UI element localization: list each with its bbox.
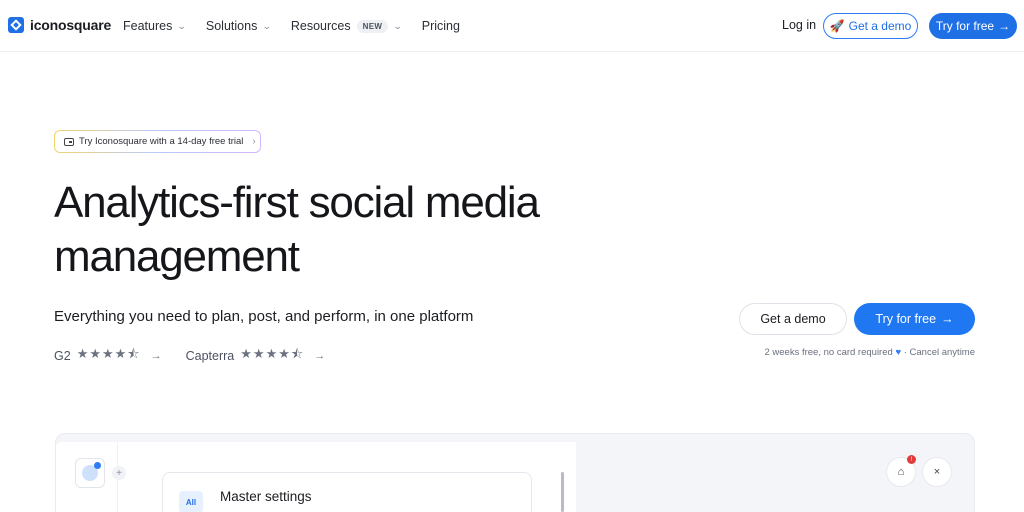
notification-badge: ! [907, 455, 916, 464]
heart-icon: ♥ [895, 347, 902, 358]
preview-panel: + All Master settings [56, 442, 576, 512]
all-tag[interactable]: All [179, 491, 203, 512]
arrow-right-icon: → [941, 312, 954, 326]
chevron-down-icon: ⌄ [177, 20, 188, 31]
arrow-right-icon: → [998, 19, 1011, 33]
bell-icon: ⌂ [897, 466, 905, 478]
rating-source: Capterra [185, 349, 235, 363]
logo[interactable]: iconosquare [8, 17, 111, 33]
trial-chip-label: Try Iconosquare with a 14-day free trial [79, 136, 244, 147]
menu-item-solutions[interactable]: Solutions ⌄ [205, 19, 273, 33]
close-icon: × [933, 466, 941, 478]
top-nav: iconosquare Features ⌄ Solutions ⌄ Resou… [0, 0, 1024, 52]
arrow-right-icon: → [150, 350, 162, 362]
iconosquare-logo-icon [8, 17, 24, 33]
arrow-right-icon: → [314, 350, 326, 362]
ratings: G2 ★★★★⯪ → Capterra ★★★★⯪ → [54, 345, 349, 367]
get-demo-button[interactable]: 🚀 Get a demo [823, 13, 918, 39]
rocket-icon: 🚀 [829, 19, 845, 33]
menu-item-resources[interactable]: Resources NEW ⌄ [290, 19, 403, 33]
login-link[interactable]: Log in [782, 18, 816, 32]
menu-item-features[interactable]: Features ⌄ [123, 19, 188, 33]
page: iconosquare Features ⌄ Solutions ⌄ Resou… [0, 0, 1024, 512]
try-for-free-button[interactable]: Try for free → [929, 13, 1017, 39]
new-badge: NEW [356, 19, 389, 33]
chevron-down-icon: ⌄ [262, 20, 273, 31]
free-trial-chip[interactable]: Try Iconosquare with a 14-day free trial… [54, 130, 261, 153]
menu-item-label: Pricing [421, 19, 460, 33]
g2-rating[interactable]: G2 ★★★★⯪ → [54, 345, 162, 367]
get-demo-label: Get a demo [848, 19, 912, 33]
menu-item-label: Features [123, 19, 173, 33]
add-account-button[interactable]: + [112, 466, 126, 480]
menu-item-label: Solutions [205, 19, 258, 33]
chevron-right-icon: › [252, 136, 256, 147]
main-menu: Features ⌄ Solutions ⌄ Resources NEW ⌄ P… [123, 0, 480, 52]
hero-subtitle: Everything you need to plan, post, and p… [54, 308, 474, 325]
star-rating-icon: ★★★★⯪ [76, 346, 141, 361]
close-button[interactable]: × [922, 457, 952, 487]
settings-title: Master settings [220, 489, 312, 504]
wallet-icon [64, 137, 74, 146]
hero-try-free-button[interactable]: Try for free → [854, 303, 975, 335]
cta-note-text: 2 weeks free, no card required [764, 347, 893, 358]
rating-source: G2 [54, 349, 71, 363]
cta-note-cancel: · Cancel anytime [903, 347, 975, 358]
hero-try-label: Try for free [875, 312, 937, 326]
app-preview: + All Master settings ⌂ ! × [55, 433, 975, 512]
try-label: Try for free [935, 19, 995, 33]
avatar [82, 462, 101, 481]
logo-text: iconosquare [30, 17, 112, 33]
cta-note: 2 weeks free, no card required ♥ · Cance… [764, 347, 975, 358]
capterra-rating[interactable]: Capterra ★★★★⯪ → [186, 345, 326, 367]
chevron-down-icon: ⌄ [393, 20, 403, 31]
menu-item-label: Resources [290, 19, 351, 33]
menu-item-pricing[interactable]: Pricing [422, 19, 460, 33]
hero-title-line1: Analytics-first social media [54, 178, 540, 227]
hero-title: Analytics-first social media management [54, 176, 654, 284]
scrollbar[interactable] [561, 472, 564, 512]
star-rating-icon: ★★★★⯪ [240, 346, 305, 361]
master-settings-card: All Master settings [162, 472, 532, 512]
account-avatar-button[interactable] [75, 458, 105, 488]
hero-title-line2: management [54, 232, 300, 281]
side-rail [56, 442, 118, 512]
notification-button[interactable]: ⌂ ! [886, 455, 916, 487]
hero-get-demo-button[interactable]: Get a demo [739, 303, 847, 335]
